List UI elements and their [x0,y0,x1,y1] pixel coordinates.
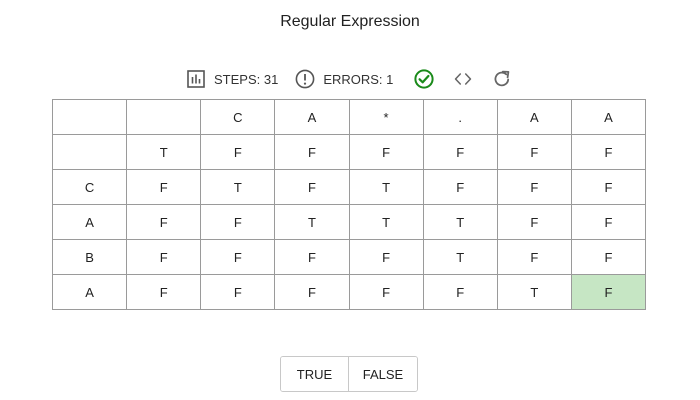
code-brackets-icon[interactable] [453,69,473,89]
table-cell[interactable]: F [126,169,202,205]
table-cell[interactable]: F [496,169,572,205]
table-header-cell: C [200,99,276,135]
table-cell[interactable]: F [348,239,424,275]
table-cell[interactable]: F [570,134,647,170]
table-row: AFFTTTFF [51,204,647,240]
table-cell[interactable]: T [422,204,498,240]
bar-chart-icon [186,69,206,89]
false-button[interactable]: FALSE [349,357,417,391]
table-header-cell: A [51,204,128,240]
table-cell[interactable]: T [274,204,350,240]
table-cell[interactable]: F [422,274,498,310]
table-cell[interactable]: F [422,134,498,170]
table-cell[interactable]: F [496,204,572,240]
table-cell[interactable]: F [126,204,202,240]
table-cell[interactable]: T [348,169,424,205]
table-cell[interactable]: T [422,239,498,275]
table-cell[interactable]: F [126,274,202,310]
true-button[interactable]: TRUE [281,357,349,391]
table-cell[interactable]: F [496,134,572,170]
table-cell[interactable]: F [200,204,276,240]
table-cell[interactable]: T [126,134,202,170]
table-header-cell [51,134,128,170]
table-cell[interactable]: F [274,274,350,310]
toolbar: STEPS: 31 ERRORS: 1 [186,67,512,91]
table-cell[interactable]: F [570,274,647,310]
answer-button-group: TRUE FALSE [280,356,418,392]
table-cell[interactable]: F [570,204,647,240]
table-cell[interactable]: F [348,134,424,170]
exclamation-circle-icon [295,69,315,89]
table-row: TFFFFFF [51,134,647,170]
errors-counter: ERRORS: 1 [295,69,393,89]
table-cell[interactable]: F [570,239,647,275]
table-header-cell: * [348,99,424,135]
table-cell[interactable]: F [422,169,498,205]
dp-table: C A *. A A T F F F F F F C F T F T F F F A F F T T T F F B F F F F T F F A F F… [51,99,647,310]
table-cell[interactable]: F [274,239,350,275]
table-header-cell: A [51,274,128,310]
page-title: Regular Expression [280,13,420,30]
table-header-cell: A [570,99,647,135]
table-row: CFTFTFFF [51,169,647,205]
table-cell[interactable]: F [496,239,572,275]
table-cell[interactable]: T [200,169,276,205]
table-header-cell: A [274,99,350,135]
table-header-cell [126,99,202,135]
table-row: AFFFFFTF [51,274,647,310]
dp-table-body: C A *. A A T F F F F F F C F T F T F F F A F F T T T F F B F F F F T F F A F F… [51,99,647,310]
table-header-cell: B [51,239,128,275]
steps-label: STEPS: 31 [214,71,279,87]
table-cell[interactable]: F [348,274,424,310]
table-cell[interactable]: F [200,274,276,310]
table-header-cell: C [51,169,128,205]
table-cell[interactable]: T [496,274,572,310]
page: Regular Expression STEPS: 31 ERRORS: 1 C… [0,0,700,400]
table-cell[interactable]: F [126,239,202,275]
table-cell[interactable]: F [274,134,350,170]
steps-counter: STEPS: 31 [186,69,278,89]
table-header-cell [51,99,128,135]
table-cell[interactable]: F [200,239,276,275]
table-row: BFFFFTFF [51,239,647,275]
table-header-cell: . [422,99,498,135]
refresh-icon[interactable] [492,69,512,89]
check-circle-icon[interactable] [414,69,434,89]
table-cell[interactable]: F [200,134,276,170]
table-cell[interactable]: F [274,169,350,205]
table-header-cell: A [496,99,572,135]
table-row: C A *. A A [51,99,647,135]
table-cell[interactable]: F [570,169,647,205]
errors-label: ERRORS: 1 [323,71,394,87]
table-cell[interactable]: T [348,204,424,240]
